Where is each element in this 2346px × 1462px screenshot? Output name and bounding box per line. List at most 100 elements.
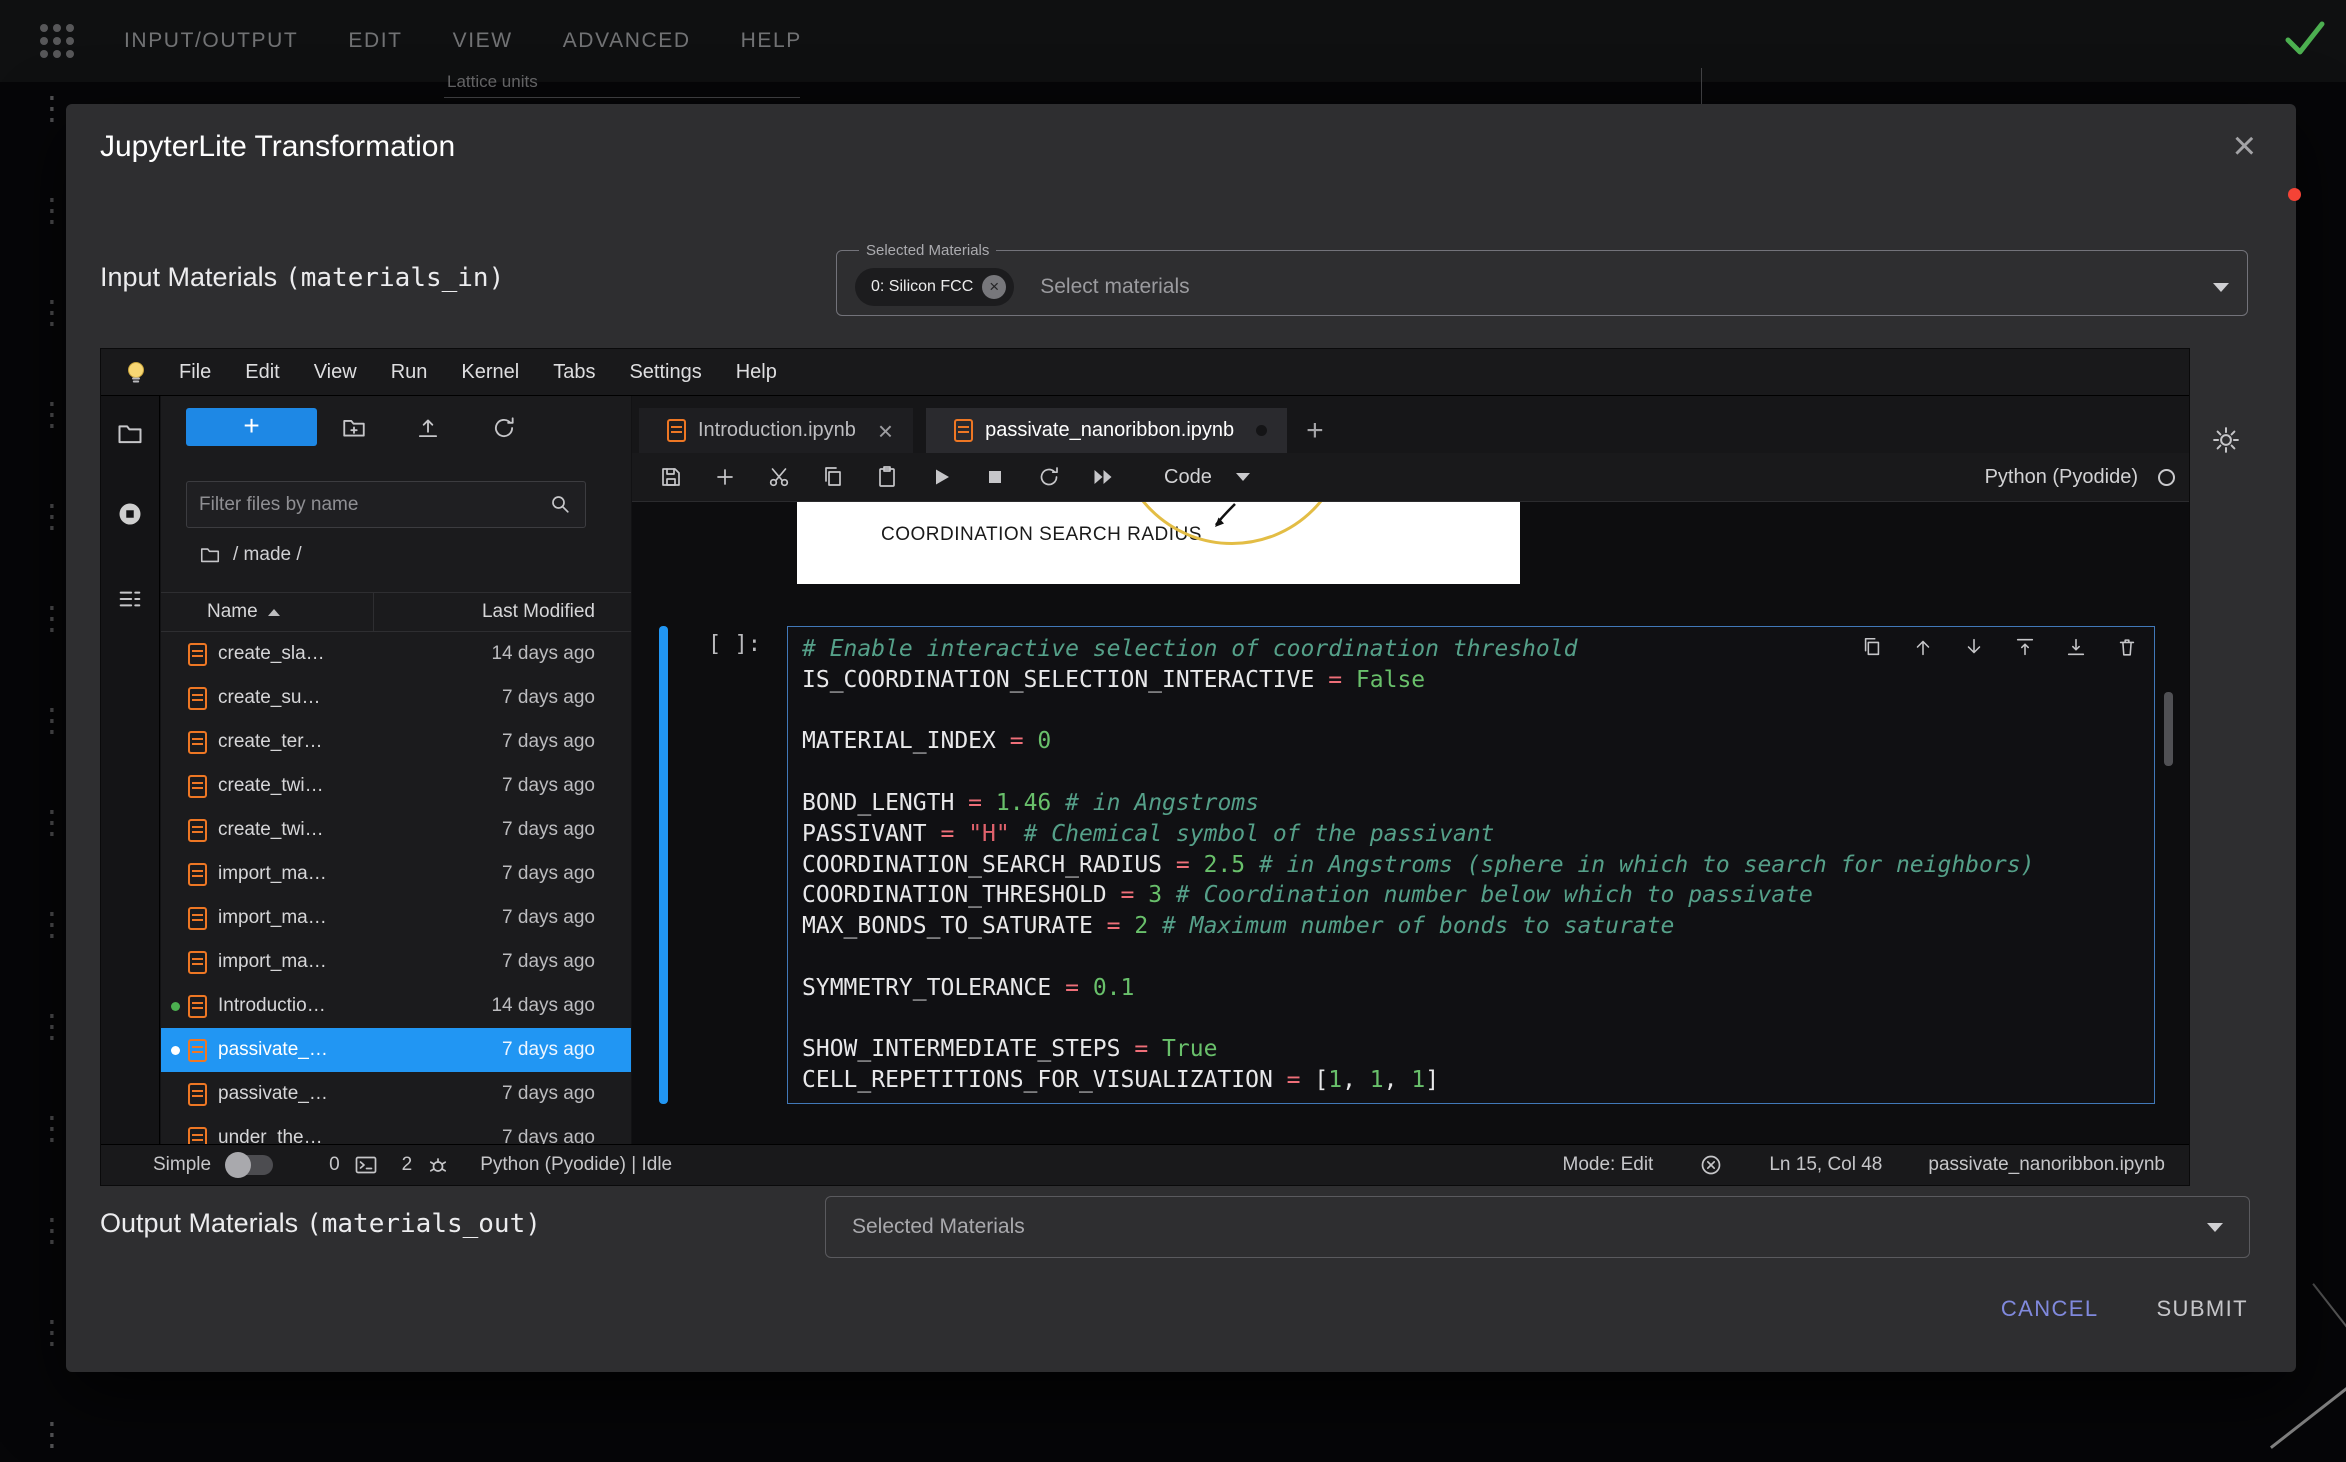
kernel-dot-placeholder: [171, 650, 180, 659]
scrollbar-thumb[interactable]: [2164, 692, 2173, 766]
kernel-selector[interactable]: Python (Pyodide): [1985, 466, 2175, 489]
delete-cell-icon[interactable]: [2116, 636, 2138, 658]
jupyter-menu-kernel[interactable]: Kernel: [461, 361, 519, 384]
kernels-icon[interactable]: [426, 1153, 450, 1177]
copy-cell-button[interactable]: [820, 465, 846, 489]
name-column-header[interactable]: Name: [207, 593, 280, 631]
file-row[interactable]: passivate_…7 days ago: [161, 1072, 631, 1116]
chip-remove-icon[interactable]: ×: [982, 275, 1006, 299]
jupyter-menu-tabs[interactable]: Tabs: [553, 361, 595, 384]
insert-cell-below-icon[interactable]: [2065, 636, 2087, 658]
cancel-button[interactable]: CANCEL: [2001, 1296, 2099, 1322]
file-name: create_twi…: [218, 819, 502, 841]
jupyter-menu-edit[interactable]: Edit: [245, 361, 279, 384]
kernel-name: Python (Pyodide): [1985, 466, 2138, 489]
file-row[interactable]: import_ma…7 days ago: [161, 896, 631, 940]
duplicate-cell-icon[interactable]: [1861, 636, 1883, 658]
file-row[interactable]: create_ter…7 days ago: [161, 720, 631, 764]
settings-gear-icon[interactable]: [2212, 426, 2240, 454]
cell-collapser[interactable]: [659, 626, 668, 1104]
new-launcher-button[interactable]: +: [186, 408, 317, 446]
notifications-icon[interactable]: [1699, 1153, 1723, 1177]
table-of-contents-tab-icon[interactable]: [116, 585, 144, 613]
new-tab-icon[interactable]: +: [1306, 416, 1324, 446]
restart-run-all-button[interactable]: [1090, 465, 1116, 489]
tab-introduction[interactable]: Introduction.ipynb ×: [639, 408, 913, 453]
selected-materials-legend: Selected Materials: [859, 242, 996, 259]
chevron-down-icon[interactable]: [2207, 1223, 2223, 1232]
jupyterlite-logo-icon: [123, 359, 149, 385]
tab-passivate-nanoribbon[interactable]: passivate_nanoribbon.ipynb: [926, 408, 1287, 453]
output-materials-code: (materials_out): [306, 1209, 541, 1239]
save-button[interactable]: [658, 465, 684, 489]
file-modified: 7 days ago: [502, 863, 595, 885]
cut-cell-button[interactable]: [766, 465, 792, 489]
file-browser-tab-icon[interactable]: [116, 420, 144, 448]
file-row[interactable]: create_twi…7 days ago: [161, 808, 631, 852]
tab-bar: Introduction.ipynb × passivate_nanoribbo…: [632, 408, 2189, 453]
code-line: CELL_REPETITIONS_FOR_VISUALIZATION = [1,…: [802, 1065, 2140, 1096]
code-cell-editor[interactable]: # Enable interactive selection of coordi…: [787, 626, 2155, 1104]
file-row[interactable]: passivate_…7 days ago: [161, 1028, 631, 1072]
tab-label: passivate_nanoribbon.ipynb: [985, 419, 1234, 442]
jupyter-menu-run[interactable]: Run: [391, 361, 428, 384]
notebook-main-area: Introduction.ipynb × passivate_nanoribbo…: [632, 396, 2189, 1144]
file-modified: 7 days ago: [502, 907, 595, 929]
simple-mode-toggle[interactable]: [227, 1155, 273, 1175]
file-row[interactable]: create_twi…7 days ago: [161, 764, 631, 808]
file-name: Introductio…: [218, 995, 491, 1017]
filter-files-input[interactable]: [199, 494, 549, 516]
paste-cell-button[interactable]: [874, 465, 900, 489]
kernel-status-text[interactable]: Python (Pyodide) | Idle: [480, 1154, 672, 1176]
active-file-name: passivate_nanoribbon.ipynb: [1928, 1154, 2165, 1176]
jupyter-menu-file[interactable]: File: [179, 361, 211, 384]
upload-icon[interactable]: [415, 415, 441, 441]
add-cell-button[interactable]: [712, 465, 738, 489]
chevron-down-icon[interactable]: [2213, 283, 2229, 292]
file-modified: 7 days ago: [502, 819, 595, 841]
interrupt-kernel-button[interactable]: [982, 465, 1008, 489]
submit-button[interactable]: SUBMIT: [2156, 1296, 2248, 1322]
jupyter-menu-help[interactable]: Help: [736, 361, 777, 384]
move-cell-down-icon[interactable]: [1963, 636, 1985, 658]
file-modified: 14 days ago: [491, 995, 595, 1017]
breadcrumb-home-folder-icon[interactable]: [199, 544, 221, 566]
breadcrumb-path[interactable]: / made /: [233, 544, 302, 566]
output-materials-dropdown[interactable]: Selected Materials: [825, 1196, 2250, 1258]
terminal-icon[interactable]: [354, 1153, 378, 1177]
file-row[interactable]: import_ma…7 days ago: [161, 852, 631, 896]
kernel-dot-placeholder: [171, 738, 180, 747]
file-row[interactable]: import_ma…7 days ago: [161, 940, 631, 984]
file-row[interactable]: create_su…7 days ago: [161, 676, 631, 720]
material-chip[interactable]: 0: Silicon FCC ×: [855, 268, 1014, 306]
cell-type-dropdown[interactable]: Code: [1164, 466, 1250, 489]
close-icon[interactable]: ×: [2233, 126, 2256, 166]
simple-mode-label: Simple: [153, 1154, 211, 1176]
breadcrumb[interactable]: / made /: [199, 544, 302, 566]
sort-ascending-icon: [268, 609, 280, 616]
modified-column-header[interactable]: Last Modified: [373, 593, 631, 631]
file-row[interactable]: create_sla…14 days ago: [161, 632, 631, 676]
selected-materials-select[interactable]: Selected Materials 0: Silicon FCC × Sele…: [836, 242, 2248, 316]
restart-kernel-button[interactable]: [1036, 465, 1062, 489]
unsaved-changes-dot-icon[interactable]: [1256, 425, 1267, 436]
jupyterlab-menubar: File Edit View Run Kernel Tabs Settings Help: [101, 349, 2189, 396]
running-sessions-tab-icon[interactable]: [116, 500, 144, 533]
file-row[interactable]: under_the…7 days ago: [161, 1116, 631, 1144]
run-cell-button[interactable]: [928, 465, 954, 489]
cursor-position[interactable]: Ln 15, Col 48: [1769, 1154, 1882, 1176]
tab-close-icon[interactable]: ×: [878, 418, 893, 444]
jupyter-menu-settings[interactable]: Settings: [629, 361, 701, 384]
move-cell-up-icon[interactable]: [1912, 636, 1934, 658]
insert-cell-above-icon[interactable]: [2014, 636, 2036, 658]
refresh-icon[interactable]: [491, 415, 517, 441]
kernel-dot-placeholder: [171, 782, 180, 791]
jupyter-menu-view[interactable]: View: [314, 361, 357, 384]
file-row[interactable]: Introductio…14 days ago: [161, 984, 631, 1028]
new-folder-icon[interactable]: [341, 415, 367, 441]
cell-prompt: [ ]:: [708, 632, 761, 657]
red-indicator-dot: [2288, 188, 2301, 201]
notebook-content[interactable]: COORDINATION SEARCH RADIUS [ ]: # Enable…: [632, 502, 2189, 1144]
code-line: COORDINATION_THRESHOLD = 3 # Coordinatio…: [802, 880, 2140, 911]
material-chip-label: 0: Silicon FCC: [871, 278, 973, 296]
